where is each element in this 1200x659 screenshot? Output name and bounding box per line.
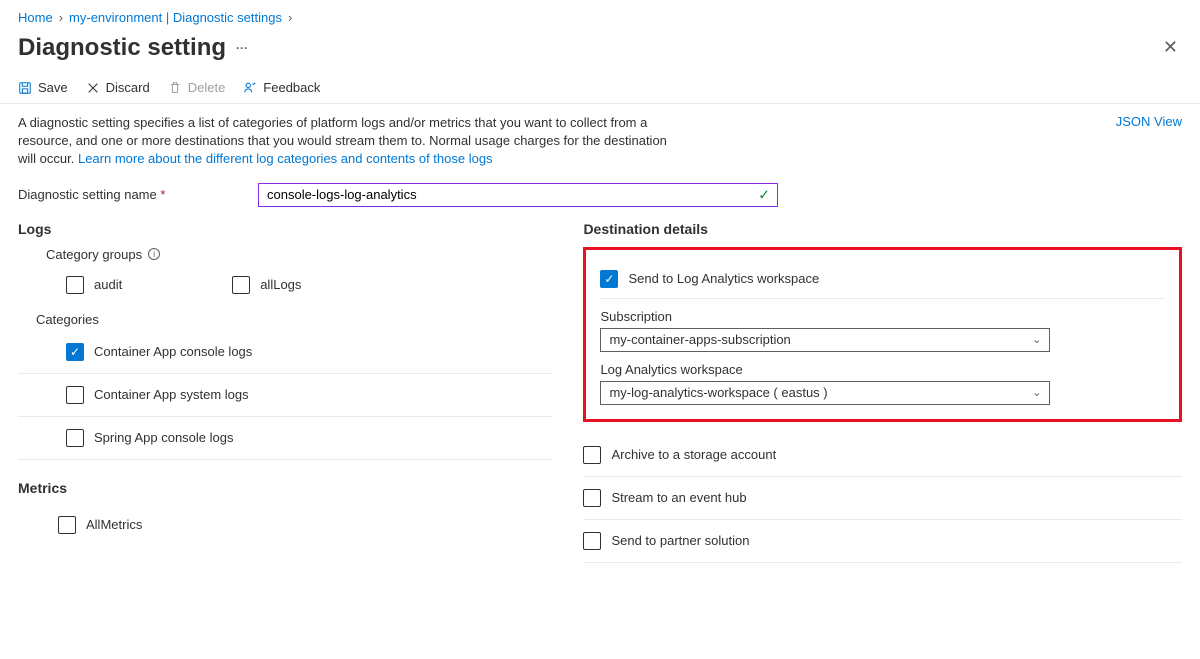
workspace-label: Log Analytics workspace <box>600 362 1165 377</box>
logs-column: Logs Category groups i audit allLogs Cat… <box>18 221 553 563</box>
chevron-right-icon: › <box>288 10 292 25</box>
info-icon[interactable]: i <box>148 248 160 260</box>
checkbox-box <box>583 489 601 507</box>
toolbar: Save Discard Delete Feedback <box>0 74 1200 104</box>
checkbox-box <box>66 386 84 404</box>
close-icon[interactable]: ✕ <box>1159 33 1182 62</box>
checkbox-archive-storage[interactable]: Archive to a storage account <box>583 446 1182 464</box>
discard-label: Discard <box>106 80 150 95</box>
breadcrumb: Home › my-environment | Diagnostic setti… <box>0 0 1200 29</box>
dest-event-hub: Stream to an event hub <box>583 477 1182 520</box>
name-input-wrap: ✓ <box>258 183 778 207</box>
destination-title: Destination details <box>583 221 1182 237</box>
checkbox-box <box>58 516 76 534</box>
name-label-text: Diagnostic setting name <box>18 187 157 202</box>
json-view-link[interactable]: JSON View <box>1116 114 1182 129</box>
logs-title: Logs <box>18 221 553 237</box>
subscription-field: Subscription my-container-apps-subscript… <box>600 309 1165 352</box>
workspace-value: my-log-analytics-workspace ( eastus ) <box>609 385 827 400</box>
delete-button: Delete <box>168 80 226 95</box>
description-row: A diagnostic setting specifies a list of… <box>0 104 1200 175</box>
learn-more-link[interactable]: Learn more about the different log categ… <box>78 151 493 166</box>
diagnostic-setting-name-input[interactable] <box>258 183 778 207</box>
checkbox-label: Container App console logs <box>94 344 252 359</box>
page-title-text: Diagnostic setting <box>18 34 226 62</box>
description-text: A diagnostic setting specifies a list of… <box>18 114 678 169</box>
workspace-field: Log Analytics workspace my-log-analytics… <box>600 362 1165 405</box>
metrics-section: Metrics AllMetrics <box>18 480 553 544</box>
feedback-label: Feedback <box>263 80 320 95</box>
checkbox-container-system-logs[interactable]: Container App system logs <box>18 374 553 417</box>
category-groups-label: Category groups i <box>46 247 553 262</box>
checkbox-label: Container App system logs <box>94 387 249 402</box>
checkbox-label: Stream to an event hub <box>611 490 746 505</box>
checkbox-alllogs[interactable]: allLogs <box>232 266 301 304</box>
checkbox-label: Archive to a storage account <box>611 447 776 462</box>
page-header: Diagnostic setting ··· ✕ <box>0 29 1200 74</box>
dest-archive-storage: Archive to a storage account <box>583 434 1182 477</box>
name-label: Diagnostic setting name * <box>18 187 238 202</box>
delete-label: Delete <box>188 80 226 95</box>
subscription-label: Subscription <box>600 309 1165 324</box>
categories-label: Categories <box>36 312 553 327</box>
destination-column: Destination details ✓ Send to Log Analyt… <box>583 221 1182 563</box>
checkbox-box <box>583 446 601 464</box>
metrics-title: Metrics <box>18 480 553 496</box>
dest-partner-solution: Send to partner solution <box>583 520 1182 563</box>
checkbox-send-log-analytics[interactable]: ✓ Send to Log Analytics workspace <box>600 270 1165 288</box>
chevron-down-icon: ⌄ <box>1032 386 1041 399</box>
chevron-right-icon: › <box>59 10 63 25</box>
checkbox-box: ✓ <box>600 270 618 288</box>
checkbox-spring-console-logs[interactable]: Spring App console logs <box>18 417 553 460</box>
subscription-value: my-container-apps-subscription <box>609 332 790 347</box>
feedback-button[interactable]: Feedback <box>243 80 320 95</box>
delete-icon <box>168 81 182 95</box>
breadcrumb-env[interactable]: my-environment | Diagnostic settings <box>69 10 282 25</box>
discard-button[interactable]: Discard <box>86 80 150 95</box>
chevron-down-icon: ⌄ <box>1032 333 1041 346</box>
save-button[interactable]: Save <box>18 80 68 95</box>
checkbox-partner-solution[interactable]: Send to partner solution <box>583 532 1182 550</box>
checkbox-box <box>66 276 84 294</box>
log-analytics-highlight: ✓ Send to Log Analytics workspace Subscr… <box>583 247 1182 422</box>
checkbox-label: AllMetrics <box>86 517 142 532</box>
checkbox-label: allLogs <box>260 277 301 292</box>
dest-log-analytics: ✓ Send to Log Analytics workspace <box>600 260 1165 299</box>
required-asterisk: * <box>160 187 165 202</box>
checkbox-box <box>583 532 601 550</box>
feedback-icon <box>243 81 257 95</box>
checkbox-event-hub[interactable]: Stream to an event hub <box>583 489 1182 507</box>
page-title: Diagnostic setting ··· <box>18 34 248 62</box>
checkbox-container-console-logs[interactable]: ✓ Container App console logs <box>18 331 553 374</box>
validation-check-icon: ✓ <box>758 186 770 203</box>
other-destinations: Archive to a storage account Stream to a… <box>583 434 1182 563</box>
categories-list: ✓ Container App console logs Container A… <box>18 331 553 460</box>
category-groups: audit allLogs <box>18 266 553 304</box>
checkbox-box <box>66 429 84 447</box>
checkbox-label: Spring App console logs <box>94 430 233 445</box>
checkbox-label: Send to Log Analytics workspace <box>628 271 819 286</box>
save-label: Save <box>38 80 68 95</box>
main-content: Logs Category groups i audit allLogs Cat… <box>0 221 1200 563</box>
checkbox-label: audit <box>94 277 122 292</box>
checkbox-allmetrics[interactable]: AllMetrics <box>18 506 553 544</box>
save-icon <box>18 81 32 95</box>
workspace-select[interactable]: my-log-analytics-workspace ( eastus ) ⌄ <box>600 381 1050 405</box>
checkbox-box: ✓ <box>66 343 84 361</box>
checkbox-audit[interactable]: audit <box>66 266 122 304</box>
breadcrumb-home[interactable]: Home <box>18 10 53 25</box>
checkbox-box <box>232 276 250 294</box>
checkbox-label: Send to partner solution <box>611 533 749 548</box>
more-icon[interactable]: ··· <box>236 41 248 55</box>
subscription-select[interactable]: my-container-apps-subscription ⌄ <box>600 328 1050 352</box>
discard-icon <box>86 81 100 95</box>
category-groups-text: Category groups <box>46 247 142 262</box>
name-row: Diagnostic setting name * ✓ <box>0 175 1200 221</box>
